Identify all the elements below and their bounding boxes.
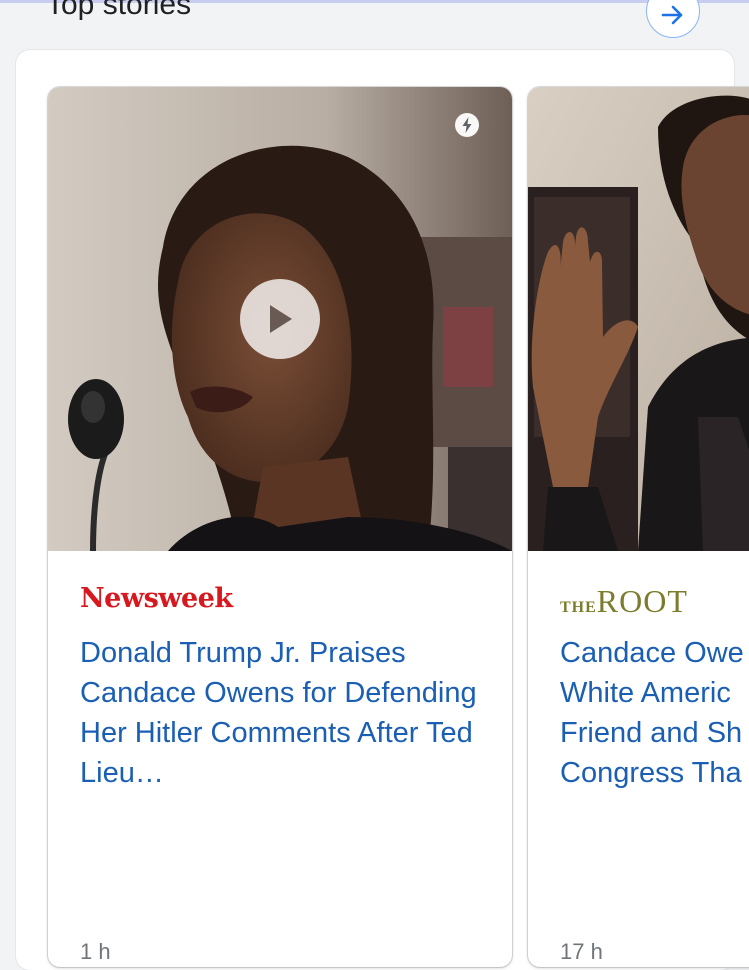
section-title: Top stories [46, 0, 192, 21]
story-card[interactable]: Newsweek Donald Trump Jr. Praises Candac… [48, 87, 512, 967]
source-logo-newsweek: Newsweek [80, 583, 233, 614]
story-thumbnail[interactable] [528, 87, 749, 551]
source-logo-the-root: THEROOT [560, 583, 688, 619]
story-card[interactable]: THEROOT Candace Owe White Americ Friend … [528, 87, 749, 967]
story-timestamp: 1 h [80, 939, 111, 964]
more-stories-button[interactable] [646, 0, 700, 38]
story-thumbnail[interactable] [48, 87, 512, 551]
amp-lightning-icon [455, 113, 479, 137]
story-headline[interactable]: Candace Owe White Americ Friend and Sh C… [560, 633, 749, 793]
arrow-right-icon [661, 5, 683, 25]
play-video-button[interactable] [240, 279, 320, 359]
play-icon [270, 305, 292, 333]
story-timestamp: 17 h [560, 939, 603, 964]
story-headline[interactable]: Donald Trump Jr. Praises Candace Owens f… [80, 633, 490, 793]
